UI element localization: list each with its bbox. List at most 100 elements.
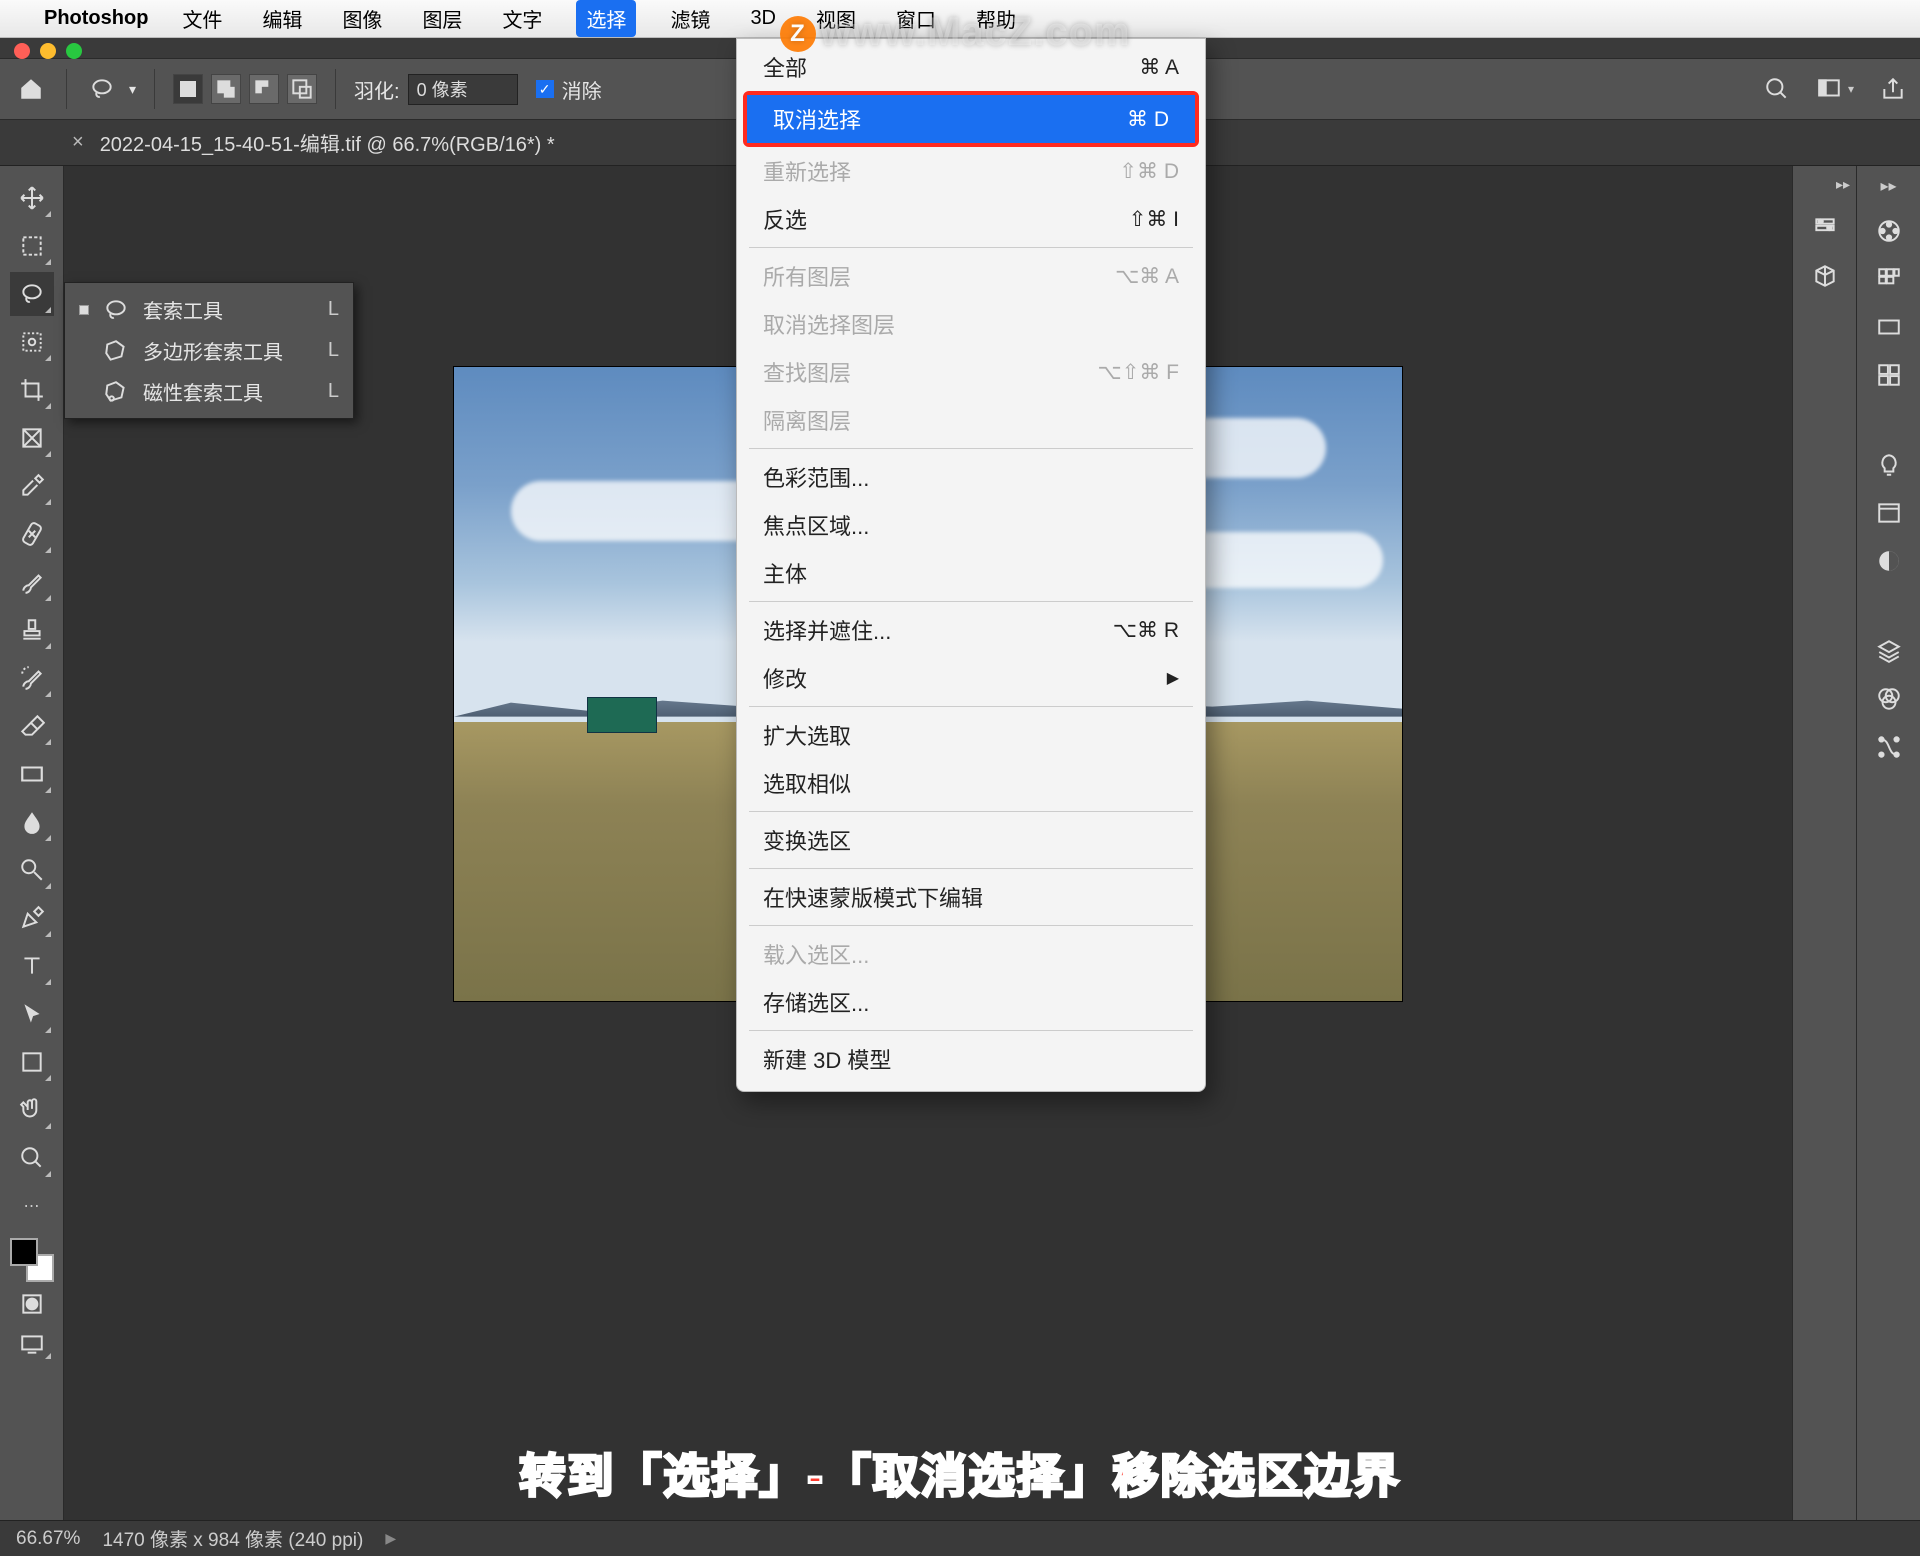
home-button[interactable] <box>14 72 48 106</box>
color-panel-icon[interactable] <box>1876 218 1902 244</box>
selection-mode-group <box>173 74 317 104</box>
lasso-icon <box>103 297 129 323</box>
menu-item-shortcut: ⌥⌘ A <box>1115 264 1179 289</box>
antialias-checkbox[interactable]: ✓ 消除 <box>536 75 602 104</box>
marquee-tool[interactable] <box>10 224 54 268</box>
more-tools[interactable]: ⋯ <box>10 1184 54 1228</box>
feather-input[interactable] <box>408 74 518 105</box>
menu-item[interactable]: 色彩范围... <box>737 453 1205 501</box>
shape-tool[interactable] <box>10 1040 54 1084</box>
menu-item-label: 重新选择 <box>763 155 851 187</box>
menu-item[interactable]: 选取相似 <box>737 759 1205 807</box>
menu-help[interactable]: 帮助 <box>970 0 1022 37</box>
sel-mode-new[interactable] <box>173 74 203 104</box>
menu-item[interactable]: 反选⇧⌘ I <box>737 195 1205 243</box>
patterns-panel-icon[interactable] <box>1876 362 1902 388</box>
menu-item[interactable]: 焦点区域... <box>737 501 1205 549</box>
menu-item-shortcut: ⇧⌘ D <box>1119 159 1179 184</box>
quick-mask-toggle[interactable] <box>10 1286 54 1322</box>
menu-filter[interactable]: 滤镜 <box>664 0 716 37</box>
menu-separator <box>749 601 1193 602</box>
menu-item[interactable]: 全部⌘ A <box>737 43 1205 91</box>
history-brush-tool[interactable] <box>10 656 54 700</box>
document-tab-title[interactable]: 2022-04-15_15-40-51-编辑.tif @ 66.7%(RGB/1… <box>100 128 555 157</box>
menu-view[interactable]: 视图 <box>810 0 862 37</box>
gradients-panel-icon[interactable] <box>1876 314 1902 340</box>
blur-tool[interactable] <box>10 800 54 844</box>
flyout-item-magnetic-lasso[interactable]: 磁性套索工具 L <box>65 371 353 412</box>
3d-icon[interactable] <box>1812 263 1838 289</box>
pen-tool[interactable] <box>10 896 54 940</box>
menu-item[interactable]: 在快速蒙版模式下编辑 <box>737 873 1205 921</box>
menu-item[interactable]: 新建 3D 模型 <box>737 1035 1205 1083</box>
menu-image[interactable]: 图像 <box>336 0 388 37</box>
collapse-panels-icon[interactable]: ▸▸ <box>1836 176 1850 193</box>
menu-edit[interactable]: 编辑 <box>256 0 308 37</box>
zoom-level[interactable]: 66.67% <box>16 1528 80 1550</box>
type-tool[interactable] <box>10 944 54 988</box>
collapse-panels-icon[interactable]: ▸▸ <box>1880 176 1896 196</box>
screen-mode-toggle[interactable] <box>10 1326 54 1362</box>
menu-layer[interactable]: 图层 <box>416 0 468 37</box>
stamp-tool[interactable] <box>10 608 54 652</box>
libraries-panel-icon[interactable] <box>1876 500 1902 526</box>
swatches-panel-icon[interactable] <box>1876 266 1902 292</box>
traffic-min[interactable] <box>40 43 56 59</box>
doc-info[interactable]: 1470 像素 x 984 像素 (240 ppi) <box>102 1525 363 1552</box>
path-select-tool[interactable] <box>10 992 54 1036</box>
menu-item[interactable]: 取消选择⌘ D <box>747 95 1195 143</box>
channels-panel-icon[interactable] <box>1876 686 1902 712</box>
app-name[interactable]: Photoshop <box>44 7 148 30</box>
workspace-switcher[interactable]: ▾ <box>1816 76 1854 102</box>
menu-item-label: 查找图层 <box>763 356 851 388</box>
menu-separator <box>749 448 1193 449</box>
flyout-item-lasso[interactable]: 套索工具 L <box>65 289 353 330</box>
menu-type[interactable]: 文字 <box>496 0 548 37</box>
highlighted-menu-item[interactable]: 取消选择⌘ D <box>743 91 1199 147</box>
chevron-down-icon[interactable]: ▾ <box>129 81 136 98</box>
menu-item[interactable]: 修改▶ <box>737 654 1205 702</box>
healing-tool[interactable] <box>10 512 54 556</box>
menu-item[interactable]: 主体 <box>737 549 1205 597</box>
share-icon[interactable] <box>1880 76 1906 102</box>
fg-bg-colors[interactable] <box>10 1238 54 1282</box>
zoom-tool[interactable] <box>10 1136 54 1180</box>
move-tool[interactable] <box>10 176 54 220</box>
sel-mode-intersect[interactable] <box>287 74 317 104</box>
properties-icon[interactable] <box>1812 215 1838 241</box>
home-icon <box>18 76 44 102</box>
eyedropper-tool[interactable] <box>10 464 54 508</box>
menu-3d[interactable]: 3D <box>744 3 782 34</box>
menu-item[interactable]: 变换选区 <box>737 816 1205 864</box>
brush-tool[interactable] <box>10 560 54 604</box>
search-icon[interactable] <box>1764 76 1790 102</box>
gradient-tool[interactable] <box>10 752 54 796</box>
menu-file[interactable]: 文件 <box>176 0 228 37</box>
menu-item[interactable]: 选择并遮住...⌥⌘ R <box>737 606 1205 654</box>
menu-window[interactable]: 窗口 <box>890 0 942 37</box>
frame-tool[interactable] <box>10 416 54 460</box>
close-tab-icon[interactable]: × <box>72 131 84 154</box>
current-tool-indicator[interactable] <box>85 72 119 106</box>
eraser-tool[interactable] <box>10 704 54 748</box>
layers-panel-icon[interactable] <box>1876 638 1902 664</box>
menu-item[interactable]: 扩大选取 <box>737 711 1205 759</box>
submenu-arrow-icon: ▶ <box>1167 668 1179 688</box>
sel-mode-subtract[interactable] <box>249 74 279 104</box>
menu-select[interactable]: 选择 <box>576 0 636 37</box>
menu-item[interactable]: 存储选区... <box>737 978 1205 1026</box>
traffic-max[interactable] <box>66 43 82 59</box>
hand-tool[interactable] <box>10 1088 54 1132</box>
paths-panel-icon[interactable] <box>1876 734 1902 760</box>
lasso-tool[interactable] <box>10 272 54 316</box>
chevron-right-icon[interactable]: ▶ <box>385 1530 396 1547</box>
crop-tool[interactable] <box>10 368 54 412</box>
bulb-icon[interactable] <box>1876 452 1902 478</box>
flyout-item-poly-lasso[interactable]: 多边形套索工具 L <box>65 330 353 371</box>
sel-mode-add[interactable] <box>211 74 241 104</box>
traffic-close[interactable] <box>14 43 30 59</box>
adjustments-panel-icon[interactable] <box>1876 548 1902 574</box>
dodge-tool[interactable] <box>10 848 54 892</box>
quick-select-tool[interactable] <box>10 320 54 364</box>
separator <box>335 69 336 109</box>
